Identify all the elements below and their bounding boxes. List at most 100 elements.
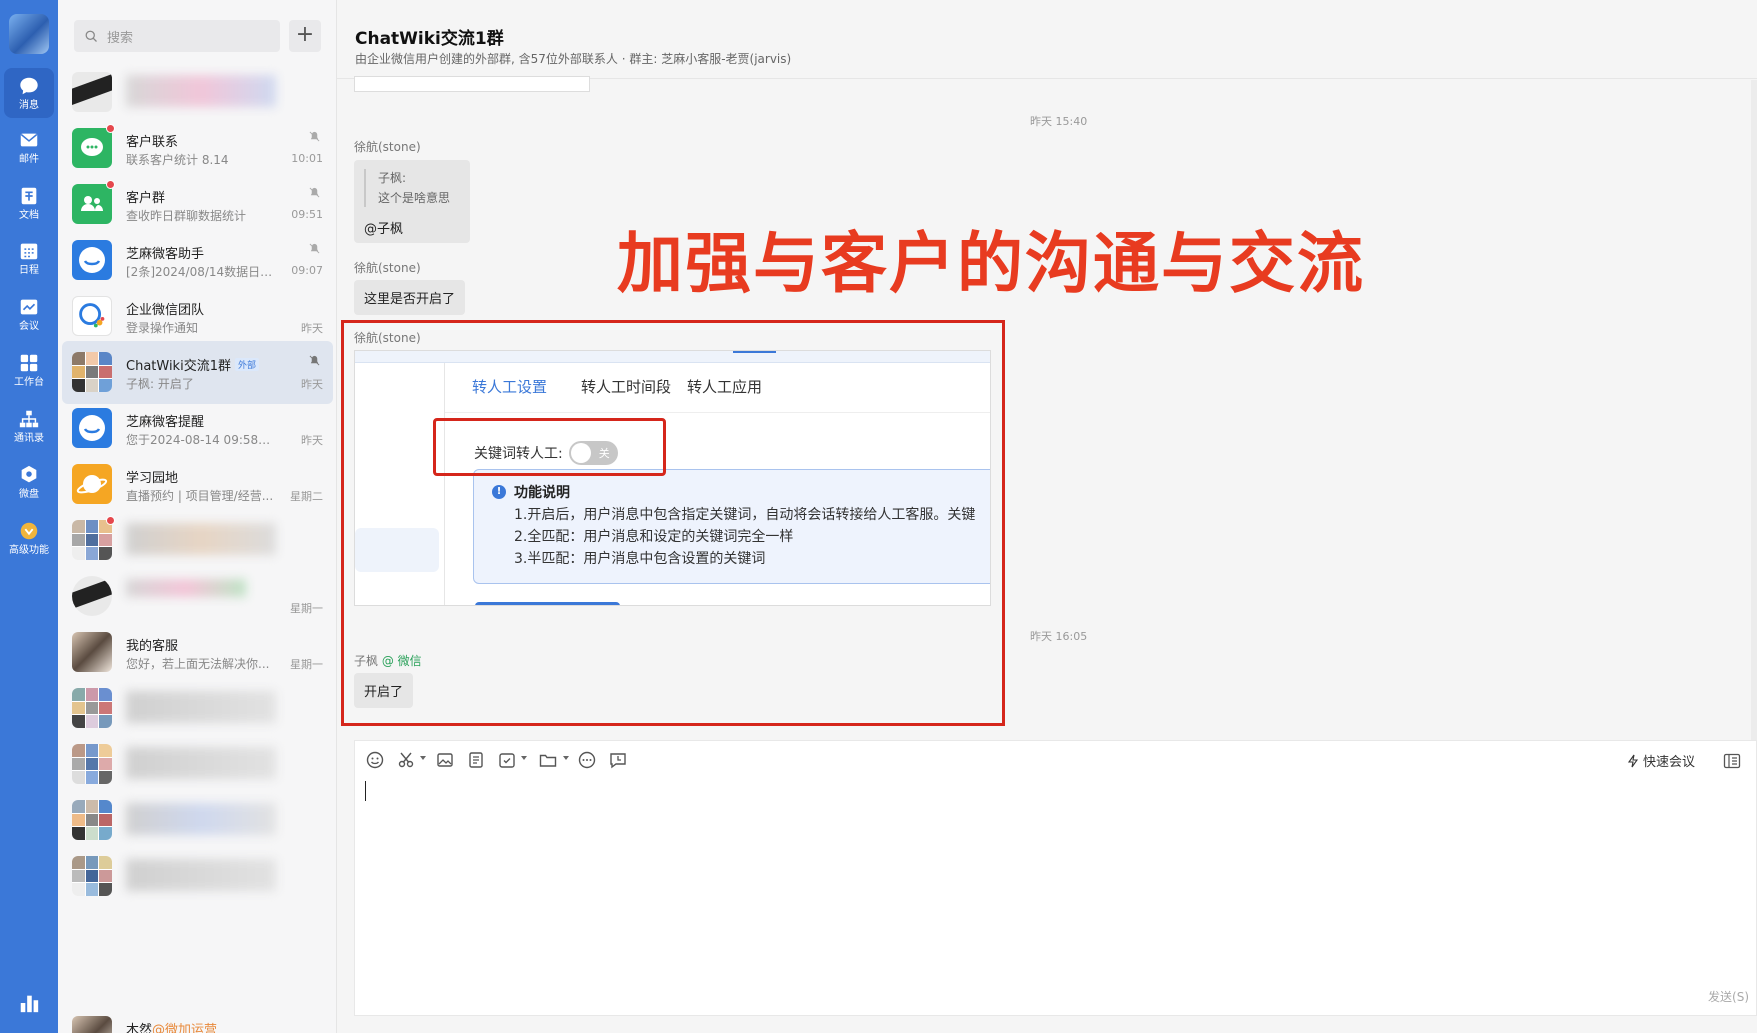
session-name: 客户群 xyxy=(126,191,166,206)
rail-item-messages[interactable]: 消息 xyxy=(4,68,54,118)
session-item[interactable]: 企业微信团队 登录操作通知 昨天 xyxy=(62,285,333,348)
chat-panel: ChatWiki交流1群 由企业微信用户创建的外部群, 含57位外部联系人 · … xyxy=(337,0,1757,1033)
chat-title[interactable]: ChatWiki交流1群 xyxy=(355,24,504,49)
workbench-icon xyxy=(20,354,38,371)
session-name: 芝麻微客提醒 xyxy=(126,415,205,430)
scissors-icon[interactable] xyxy=(396,750,416,770)
rail-item-premium[interactable]: 高级功能 xyxy=(4,513,54,563)
session-time: 昨天 xyxy=(301,322,323,335)
avatar xyxy=(72,184,112,224)
session-name-text: 木然 xyxy=(126,1023,153,1033)
session-item[interactable] xyxy=(62,677,333,740)
doc-icon xyxy=(21,187,37,204)
session-item[interactable]: 客户联系 联系客户统计 8.14 10:01 xyxy=(62,117,333,180)
rail-item-mail[interactable]: 邮件 xyxy=(4,122,54,172)
chevron-down-icon[interactable] xyxy=(521,756,527,760)
send-button[interactable]: 发送(S) xyxy=(1708,988,1749,1005)
user-avatar[interactable] xyxy=(9,14,49,54)
history-icon[interactable] xyxy=(608,750,628,770)
session-item[interactable]: 芝麻微客助手 [2条]2024/08/14数据日报 ... 09:07 xyxy=(62,229,333,292)
search-placeholder: 搜索 xyxy=(107,30,134,46)
chat-scrollbar[interactable] xyxy=(1751,80,1757,740)
note-icon[interactable] xyxy=(466,750,486,770)
session-item[interactable] xyxy=(62,789,333,852)
group-avatar xyxy=(72,352,112,392)
group-avatar xyxy=(72,688,112,728)
session-item[interactable] xyxy=(62,509,333,572)
session-time: 星期一 xyxy=(290,602,323,615)
session-item-chatwiki[interactable]: ChatWiki交流1群 外部 子枫: 开启了 昨天 xyxy=(62,341,333,404)
search-input[interactable]: 搜索 xyxy=(74,20,280,52)
rail-label: 通讯录 xyxy=(14,432,44,444)
session-preview: 直播预约 | 项目管理/经营... xyxy=(126,489,274,503)
session-time: 昨天 xyxy=(301,378,323,391)
timestamp: 昨天 16:05 xyxy=(1030,630,1088,643)
quick-meeting-button[interactable]: 快速会议 xyxy=(1626,751,1695,770)
session-name: 芝麻微客助手 xyxy=(126,247,205,262)
session-name-suffix: @微加运营 xyxy=(152,1023,218,1033)
message-icon xyxy=(20,77,38,94)
rail-item-meeting[interactable]: 会议 xyxy=(4,289,54,339)
session-item[interactable]: 客户群 查收昨日群聊数据统计 09:51 xyxy=(62,173,333,236)
session-item[interactable] xyxy=(62,845,333,908)
rail-item-calendar[interactable]: 日程 xyxy=(4,233,54,283)
session-time: 星期二 xyxy=(290,490,323,503)
more-icon[interactable] xyxy=(577,750,597,770)
side-panel-icon[interactable] xyxy=(1722,751,1742,771)
chat-bubble-icon xyxy=(81,138,103,156)
message-editor[interactable]: 快速会议 xyxy=(354,740,1757,1016)
unread-dot xyxy=(106,124,115,133)
external-tag: 外部 xyxy=(234,358,259,371)
planet-icon xyxy=(76,475,108,494)
mute-bell-icon xyxy=(309,355,320,366)
avatar xyxy=(72,1016,112,1033)
redacted-preview xyxy=(126,803,276,835)
session-name: 学习园地 xyxy=(126,471,179,486)
session-item[interactable]: 星期一 xyxy=(62,565,333,628)
quote-bar xyxy=(364,169,366,207)
session-name: 我的客服 xyxy=(126,639,179,654)
session-preview: 您好，若上面无法解决你... xyxy=(126,657,270,671)
avatar xyxy=(72,128,112,168)
emoji-icon[interactable] xyxy=(365,750,385,770)
add-button[interactable]: + xyxy=(289,20,321,52)
redacted-preview xyxy=(126,747,276,779)
premium-icon xyxy=(20,522,38,539)
rail-item-drive[interactable]: 微盘 xyxy=(4,457,54,507)
message-sender[interactable]: 徐航(stone) xyxy=(354,138,421,155)
session-item[interactable]: 我的客服 您好，若上面无法解决你... 星期一 xyxy=(62,621,333,684)
avatar xyxy=(72,240,112,280)
previous-message-snippet xyxy=(354,76,590,92)
chevron-down-icon[interactable] xyxy=(563,756,569,760)
session-item[interactable] xyxy=(62,61,333,124)
session-preview: 您于2024-08-14 09:58操作... xyxy=(126,433,274,447)
session-item[interactable]: 学习园地 直播预约 | 项目管理/经营... 星期二 xyxy=(62,453,333,516)
chevron-down-icon[interactable] xyxy=(420,756,426,760)
rail-item-workbench[interactable]: 工作台 xyxy=(4,345,54,395)
unread-dot xyxy=(106,180,115,189)
session-name: 企业微信团队 xyxy=(126,303,205,318)
stats-icon[interactable] xyxy=(18,992,40,1014)
session-item[interactable] xyxy=(62,733,333,796)
session-name: 客户联系 xyxy=(126,135,179,150)
session-item[interactable]: 木然@微加运营 xyxy=(62,1005,333,1033)
folder-icon[interactable] xyxy=(538,750,558,770)
group-avatar xyxy=(72,744,112,784)
rail-label: 微盘 xyxy=(19,488,39,500)
group-icon xyxy=(81,196,103,211)
quick-meeting-label: 快速会议 xyxy=(1642,755,1695,770)
rail-item-docs[interactable]: 文档 xyxy=(4,178,54,228)
todo-icon[interactable] xyxy=(497,750,517,770)
session-item[interactable]: 芝麻微客提醒 您于2024-08-14 09:58操作... 昨天 xyxy=(62,397,333,460)
message-sender[interactable]: 徐航(stone) xyxy=(354,259,421,276)
rail-item-contacts[interactable]: 通讯录 xyxy=(4,401,54,451)
redacted-preview xyxy=(126,75,276,107)
image-icon[interactable] xyxy=(435,750,455,770)
avatar xyxy=(72,408,112,448)
message-bubble[interactable]: 这里是否开启了 xyxy=(354,280,466,315)
rail-label: 工作台 xyxy=(14,376,44,388)
quoted-message-bubble[interactable]: 子枫: 这个是啥意思 @子枫 xyxy=(354,160,470,243)
session-preview: 子枫: 开启了 xyxy=(126,377,194,391)
group-avatar xyxy=(72,856,112,896)
message-text: @子枫 xyxy=(364,222,404,237)
